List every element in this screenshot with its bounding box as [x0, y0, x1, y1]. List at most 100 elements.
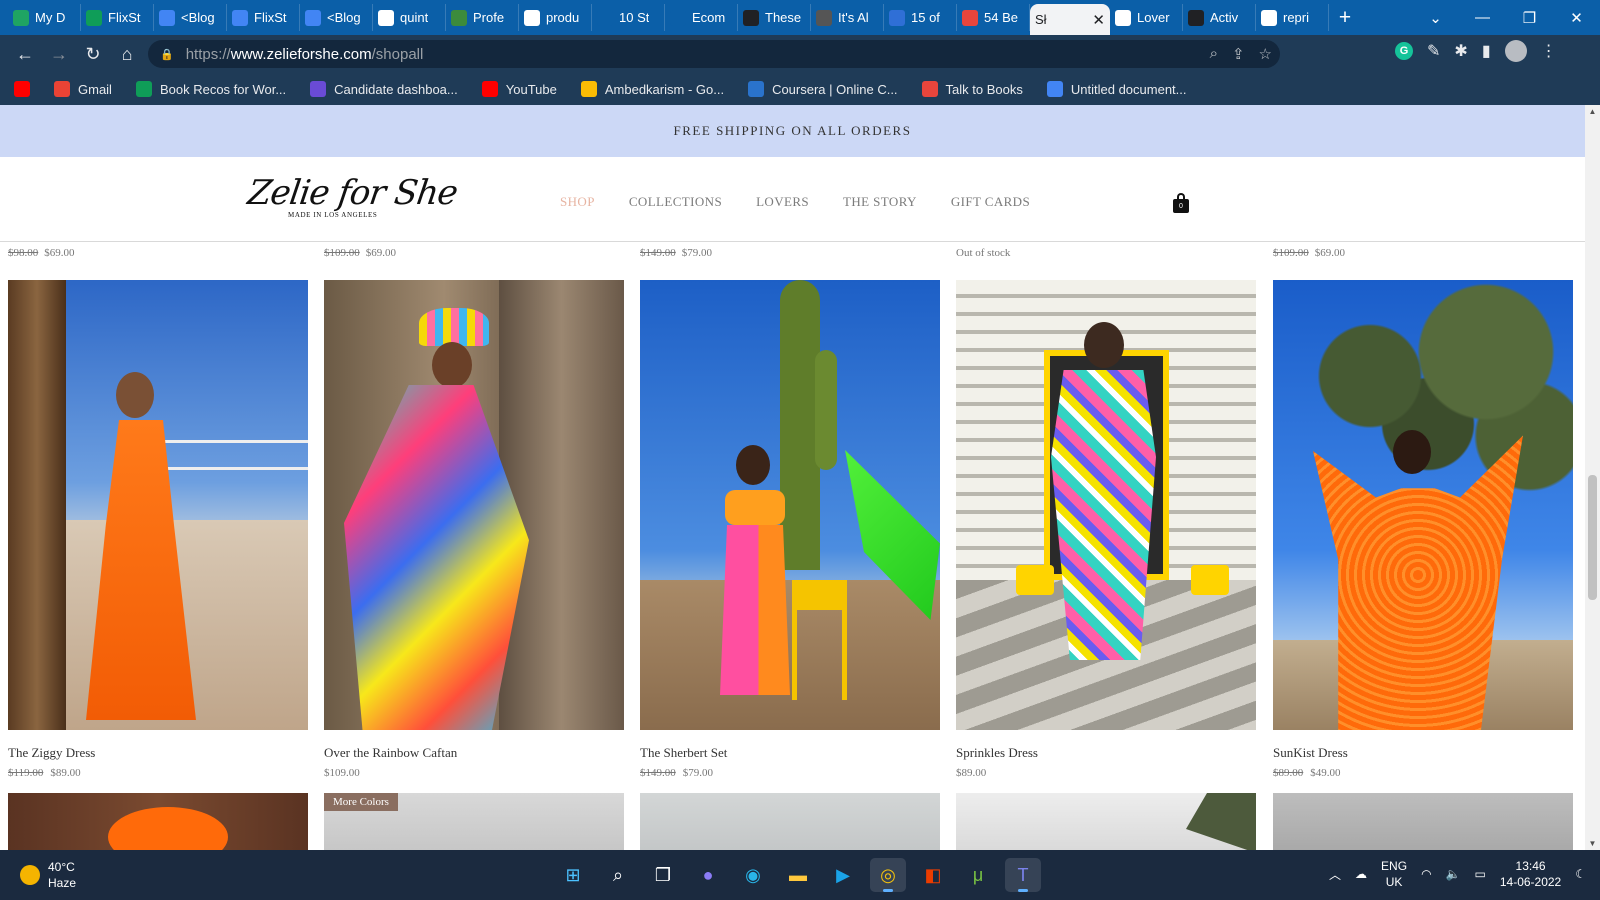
file-explorer-icon[interactable]: ▬	[780, 858, 816, 892]
browser-tab[interactable]: Profe	[446, 4, 519, 31]
product-image-ziggy[interactable]	[8, 280, 308, 730]
windows-start-icon[interactable]: ⊞	[555, 858, 591, 892]
browser-tab[interactable]: My D	[8, 4, 81, 31]
close-tab-icon[interactable]: ✕	[1092, 11, 1105, 29]
browser-tab[interactable]: <Blog	[300, 4, 373, 31]
address-bar[interactable]: 🔒 https://www.zelieforshe.com/shopall ⌕ …	[148, 40, 1280, 68]
next-row-card[interactable]: More Colors	[324, 793, 624, 850]
bookmark-item[interactable]: Coursera | Online C...	[748, 81, 898, 97]
bookmark-item[interactable]: Candidate dashboa...	[310, 81, 458, 97]
weather-widget[interactable]: 40°C Haze	[20, 859, 76, 891]
site-logo[interactable]: Zelie for She MADE IN LOS ANGELES	[245, 173, 459, 219]
product-name[interactable]: The Ziggy Dress	[8, 745, 308, 761]
volume-icon[interactable]: 🔈	[1446, 867, 1461, 881]
url-text[interactable]: https://www.zelieforshe.com/shopall	[186, 46, 424, 63]
search-icon[interactable]: ⌕	[600, 858, 636, 892]
bookmark-item[interactable]: Ambedkarism - Go...	[580, 81, 724, 97]
office-icon[interactable]: ◧	[915, 858, 951, 892]
product-image-sunkist[interactable]	[1273, 280, 1573, 730]
back-icon[interactable]: ←	[8, 44, 42, 65]
bookmark-item[interactable]: Talk to Books	[921, 81, 1023, 97]
prime-video-icon[interactable]: ▶	[825, 858, 861, 892]
product-name[interactable]: Over the Rainbow Caftan	[324, 745, 624, 761]
grammarly-icon[interactable]: G	[1395, 42, 1413, 60]
product-image-sprinkles[interactable]	[956, 280, 1256, 730]
product-name[interactable]: The Sherbert Set	[640, 745, 940, 761]
scroll-down-arrow[interactable]: ▼	[1585, 839, 1600, 848]
zoom-icon[interactable]: ⌕	[1210, 45, 1218, 63]
bookmark-item[interactable]: Untitled document...	[1046, 81, 1187, 97]
next-row-card[interactable]	[956, 793, 1256, 850]
menu-kebab-icon[interactable]: ⋮	[1541, 41, 1557, 61]
nav-the-story[interactable]: THE STORY	[843, 194, 917, 210]
browser-tab[interactable]: FlixSt	[81, 4, 154, 31]
reload-icon[interactable]: ↻	[76, 44, 110, 65]
browser-tab[interactable]: These	[738, 4, 811, 31]
browser-tab[interactable]: quint	[373, 4, 446, 31]
bookmark-item[interactable]: YouTube	[481, 81, 557, 97]
product-card-sherbert[interactable]: The Sherbert Set $149.00 $79.00	[640, 280, 940, 779]
restore-button[interactable]: ❐	[1506, 9, 1553, 27]
puzzle-extensions-icon[interactable]: ✱	[1454, 41, 1467, 61]
tray-overflow-chevron-icon[interactable]: ︿	[1329, 866, 1341, 883]
browser-tab[interactable]: <Blog	[154, 4, 227, 31]
product-card-sprinkles[interactable]: Sprinkles Dress $89.00	[956, 280, 1256, 779]
scrollbar-thumb[interactable]	[1588, 475, 1597, 600]
lock-icon[interactable]: 🔒	[160, 48, 174, 61]
clock[interactable]: 13:46 14-06-2022	[1500, 858, 1561, 890]
browser-tab[interactable]: produ	[519, 4, 592, 31]
forward-icon[interactable]: →	[42, 44, 76, 65]
browser-tab[interactable]: 15 of	[884, 4, 957, 31]
next-row-card[interactable]	[1273, 793, 1573, 850]
nav-gift-cards[interactable]: GIFT CARDS	[951, 194, 1030, 210]
close-window-button[interactable]: ✕	[1553, 9, 1600, 27]
nav-collections[interactable]: COLLECTIONS	[629, 194, 722, 210]
next-row-card[interactable]	[640, 793, 940, 850]
product-card-rainbow[interactable]: Over the Rainbow Caftan $109.00	[324, 280, 624, 779]
notifications-icon[interactable]: ☾	[1575, 867, 1586, 881]
next-row-card[interactable]	[8, 793, 308, 850]
bookmark-item[interactable]: Gmail	[54, 81, 112, 97]
scroll-up-arrow[interactable]: ▲	[1585, 107, 1600, 116]
page-scrollbar[interactable]: ▲ ▼	[1585, 105, 1600, 850]
product-name[interactable]: SunKist Dress	[1273, 745, 1573, 761]
new-tab-button[interactable]: +	[1329, 6, 1361, 30]
edge-icon[interactable]: ◉	[735, 858, 771, 892]
nav-lovers[interactable]: LOVERS	[756, 194, 809, 210]
pen-extension-icon[interactable]: ✎	[1427, 41, 1440, 61]
browser-tab[interactable]: repri	[1256, 4, 1329, 31]
product-card-ziggy[interactable]: The Ziggy Dress $119.00 $89.00	[8, 280, 308, 779]
utorrent-icon[interactable]: μ	[960, 858, 996, 892]
chrome-icon[interactable]: ◎	[870, 858, 906, 892]
browser-tab[interactable]: FlixSt	[227, 4, 300, 31]
teams-icon[interactable]: T	[1005, 858, 1041, 892]
side-panel-icon[interactable]: ▮	[1482, 41, 1491, 61]
product-name[interactable]: Sprinkles Dress	[956, 745, 1256, 761]
browser-tab[interactable]: Ecom	[665, 4, 738, 31]
minimize-button[interactable]: —	[1459, 9, 1506, 26]
browser-tab[interactable]: It's Al	[811, 4, 884, 31]
profile-avatar[interactable]	[1504, 40, 1527, 62]
cart-icon[interactable]: 0	[1173, 193, 1189, 213]
product-image-rainbow[interactable]	[324, 280, 624, 730]
product-image-sherbert[interactable]	[640, 280, 940, 730]
browser-tab[interactable]: 54 Be	[957, 4, 1030, 31]
bookmark-star-icon[interactable]: ☆	[1259, 45, 1272, 63]
product-card-sunkist[interactable]: SunKist Dress $89.00 $49.00	[1273, 280, 1573, 779]
battery-icon[interactable]: ▭	[1475, 867, 1486, 881]
language-indicator[interactable]: ENG UK	[1381, 858, 1407, 890]
onedrive-cloud-icon[interactable]: ☁	[1355, 867, 1367, 881]
tab-search-icon[interactable]: ⌄	[1412, 9, 1459, 27]
bookmark-item[interactable]	[14, 81, 30, 97]
task-view-icon[interactable]: ❐	[645, 858, 681, 892]
browser-tab[interactable]: Activ	[1183, 4, 1256, 31]
bookmark-item[interactable]: Book Recos for Wor...	[135, 81, 286, 97]
share-icon[interactable]: ⇪	[1232, 45, 1245, 63]
wifi-icon[interactable]: ◠	[1421, 867, 1431, 881]
browser-tab-active[interactable]: Sł ✕	[1030, 4, 1110, 35]
browser-tab[interactable]: 10 St	[592, 4, 665, 31]
chat-icon[interactable]: ●	[690, 858, 726, 892]
browser-tab[interactable]: Lover	[1110, 4, 1183, 31]
home-icon[interactable]: ⌂	[110, 44, 144, 65]
nav-shop[interactable]: SHOP	[560, 194, 595, 210]
